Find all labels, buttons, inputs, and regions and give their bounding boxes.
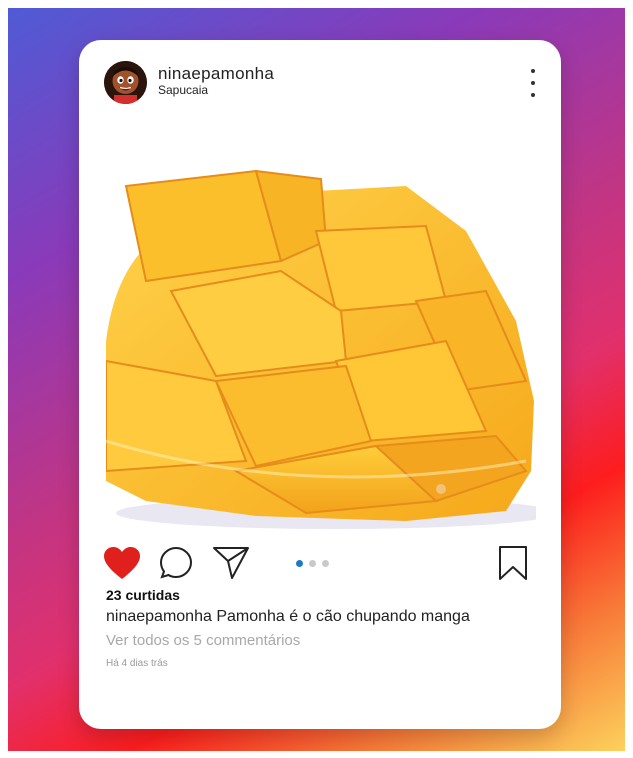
post-timestamp: Há 4 dias trás [106,658,168,669]
carousel-dot[interactable] [296,560,303,567]
post-photo[interactable] [106,141,536,534]
carousel-indicator [296,560,329,567]
post-card: ninaepamonha Sapucaia 23 curtidas ninaep… [79,40,561,729]
mango-illustration [106,141,536,534]
post-caption: ninaepamonha Pamonha é o cão chupando ma… [106,608,470,626]
comment-bubble-icon[interactable] [159,546,193,580]
bookmark-icon[interactable] [497,545,529,581]
carousel-dot[interactable] [322,560,329,567]
more-options-icon[interactable] [525,69,541,97]
likes-count[interactable]: 23 curtidas [106,587,180,603]
carousel-dot[interactable] [309,560,316,567]
avatar[interactable] [104,61,147,104]
caption-username[interactable]: ninaepamonha [106,608,212,625]
post-username[interactable]: ninaepamonha [158,64,274,84]
post-location[interactable]: Sapucaia [158,83,208,97]
avatar-illustration [104,61,147,104]
share-paper-plane-icon[interactable] [212,544,250,580]
view-comments-link[interactable]: Ver todos os 5 commentários [106,632,300,649]
caption-text: Pamonha é o cão chupando manga [216,608,470,625]
like-heart-icon[interactable] [103,546,141,580]
